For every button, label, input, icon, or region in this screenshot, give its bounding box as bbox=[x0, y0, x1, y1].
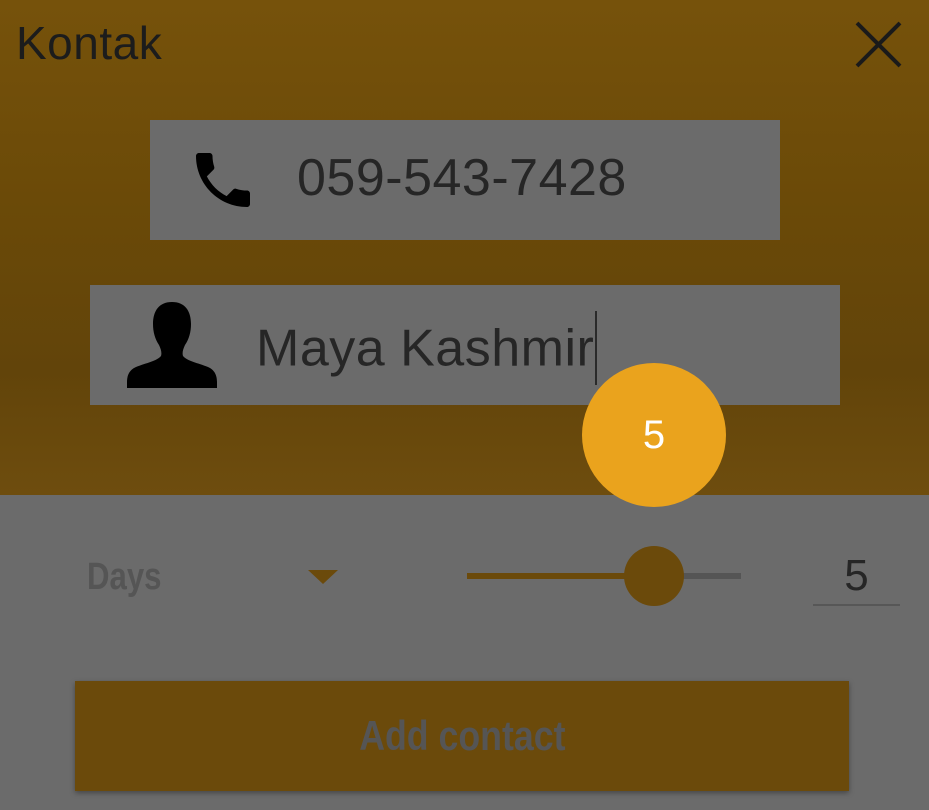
add-contact-button[interactable]: Add contact bbox=[75, 681, 849, 791]
name-field[interactable]: Maya Kashmir bbox=[90, 285, 840, 405]
value-badge: 5 bbox=[582, 363, 726, 507]
text-cursor bbox=[595, 311, 598, 385]
name-value: Maya Kashmir bbox=[256, 311, 598, 389]
contact-form-panel bbox=[0, 0, 929, 495]
duration-slider[interactable] bbox=[467, 573, 741, 579]
chevron-down-icon[interactable] bbox=[308, 570, 338, 584]
close-button[interactable] bbox=[848, 18, 906, 76]
duration-input[interactable]: 5 bbox=[813, 548, 900, 606]
name-text: Maya Kashmir bbox=[256, 319, 595, 378]
add-contact-label: Add contact bbox=[358, 712, 566, 759]
close-icon bbox=[855, 21, 902, 68]
phone-icon bbox=[196, 153, 250, 207]
duration-unit-label: Days bbox=[87, 556, 162, 598]
duration-slider-thumb[interactable] bbox=[624, 546, 684, 606]
phone-number-value: 059-543-7428 bbox=[297, 149, 627, 207]
page-title: Kontak bbox=[16, 17, 163, 69]
phone-field[interactable]: 059-543-7428 bbox=[150, 120, 780, 240]
person-icon bbox=[127, 302, 217, 388]
